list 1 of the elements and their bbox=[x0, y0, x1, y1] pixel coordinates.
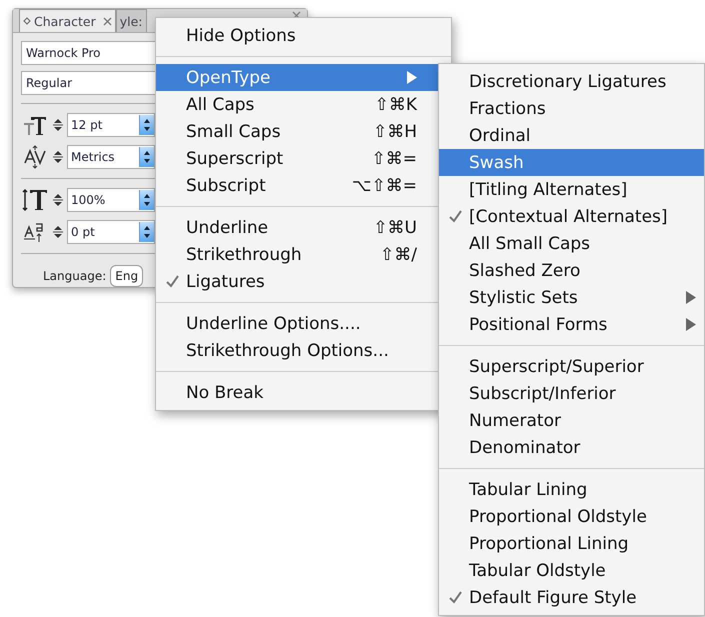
language-label: Language: bbox=[43, 269, 106, 283]
